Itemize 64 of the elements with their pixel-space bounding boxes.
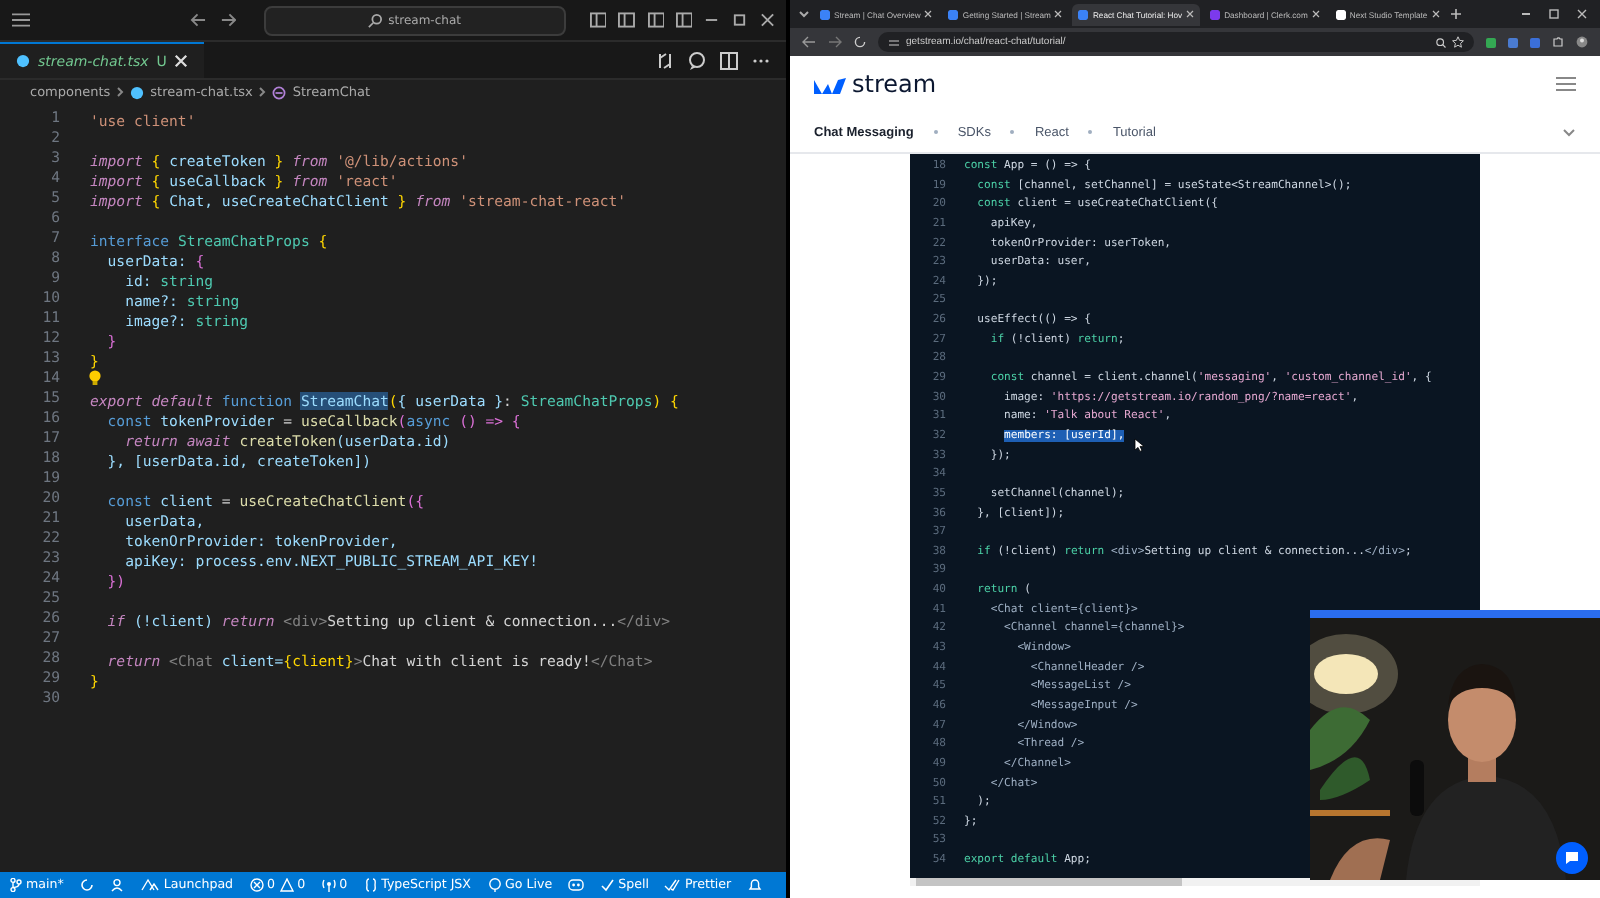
sync-icon[interactable] bbox=[79, 878, 94, 892]
sidebar-toggle-icon[interactable] bbox=[589, 12, 607, 28]
bell-icon[interactable] bbox=[747, 878, 762, 892]
accounts-icon[interactable] bbox=[109, 878, 124, 892]
branch-icon bbox=[10, 878, 22, 892]
site-favicon bbox=[820, 9, 830, 19]
zoom-icon[interactable] bbox=[1436, 37, 1446, 47]
menu-icon[interactable] bbox=[12, 12, 31, 28]
chevron-right-icon bbox=[116, 86, 125, 98]
close-icon[interactable] bbox=[759, 12, 775, 28]
site-favicon bbox=[1210, 9, 1221, 19]
close-icon[interactable] bbox=[1311, 10, 1320, 18]
layout-options-icon[interactable] bbox=[676, 12, 693, 28]
launchpad-icon bbox=[139, 878, 160, 892]
split-editor-icon[interactable] bbox=[720, 51, 738, 69]
lightbulb-icon[interactable] bbox=[88, 370, 102, 386]
close-icon[interactable] bbox=[1431, 10, 1440, 18]
compare-changes-icon[interactable] bbox=[656, 51, 674, 69]
close-icon[interactable] bbox=[1186, 10, 1195, 18]
split-layout-icon[interactable] bbox=[647, 12, 665, 28]
extension-icon[interactable] bbox=[1508, 37, 1518, 47]
site-favicon bbox=[1078, 9, 1089, 19]
warning-icon bbox=[279, 878, 294, 892]
extension-icon[interactable] bbox=[1530, 37, 1540, 47]
forward-arrow-icon[interactable] bbox=[219, 12, 237, 28]
stream-logo-icon bbox=[814, 74, 846, 94]
error-icon bbox=[249, 878, 264, 892]
chevron-down-icon[interactable] bbox=[1562, 127, 1576, 137]
react-file-icon bbox=[130, 85, 145, 99]
mouse-pointer-icon bbox=[1134, 438, 1144, 452]
close-icon[interactable] bbox=[924, 10, 933, 18]
function-symbol-icon bbox=[272, 85, 287, 99]
react-file-icon bbox=[16, 54, 30, 68]
site-favicon bbox=[948, 9, 959, 19]
site-info-icon[interactable] bbox=[888, 37, 900, 47]
maximize-icon[interactable] bbox=[732, 12, 748, 28]
new-tab-icon[interactable] bbox=[1449, 8, 1462, 20]
forward-arrow-icon[interactable] bbox=[828, 36, 842, 48]
logo-text: stream bbox=[852, 70, 937, 98]
panel-toggle-icon[interactable] bbox=[618, 12, 636, 28]
braces-icon bbox=[363, 878, 378, 892]
star-icon[interactable] bbox=[1452, 36, 1464, 48]
tab-menu-icon[interactable] bbox=[798, 8, 810, 20]
minimize-icon[interactable] bbox=[1520, 8, 1532, 20]
reload-icon[interactable] bbox=[854, 36, 866, 48]
antenna-icon bbox=[321, 878, 336, 892]
check-icon bbox=[600, 878, 615, 892]
chat-icon bbox=[1564, 850, 1580, 866]
broadcast-icon bbox=[487, 878, 501, 892]
back-arrow-icon[interactable] bbox=[802, 36, 816, 48]
search-icon bbox=[368, 13, 383, 27]
chat-bubble-icon[interactable] bbox=[688, 51, 706, 69]
profile-icon[interactable] bbox=[1576, 36, 1588, 48]
site-favicon bbox=[1335, 9, 1346, 19]
back-arrow-icon[interactable] bbox=[190, 12, 208, 28]
maximize-icon[interactable] bbox=[1548, 8, 1560, 20]
close-icon[interactable] bbox=[1576, 8, 1588, 20]
chevron-right-icon bbox=[258, 86, 267, 98]
menu-icon[interactable] bbox=[1556, 76, 1576, 92]
double-check-icon bbox=[664, 878, 681, 892]
copilot-icon[interactable] bbox=[568, 878, 585, 892]
extensions-menu-icon[interactable] bbox=[1552, 36, 1564, 48]
extension-icon[interactable] bbox=[1486, 37, 1496, 47]
close-icon[interactable] bbox=[1054, 10, 1063, 18]
